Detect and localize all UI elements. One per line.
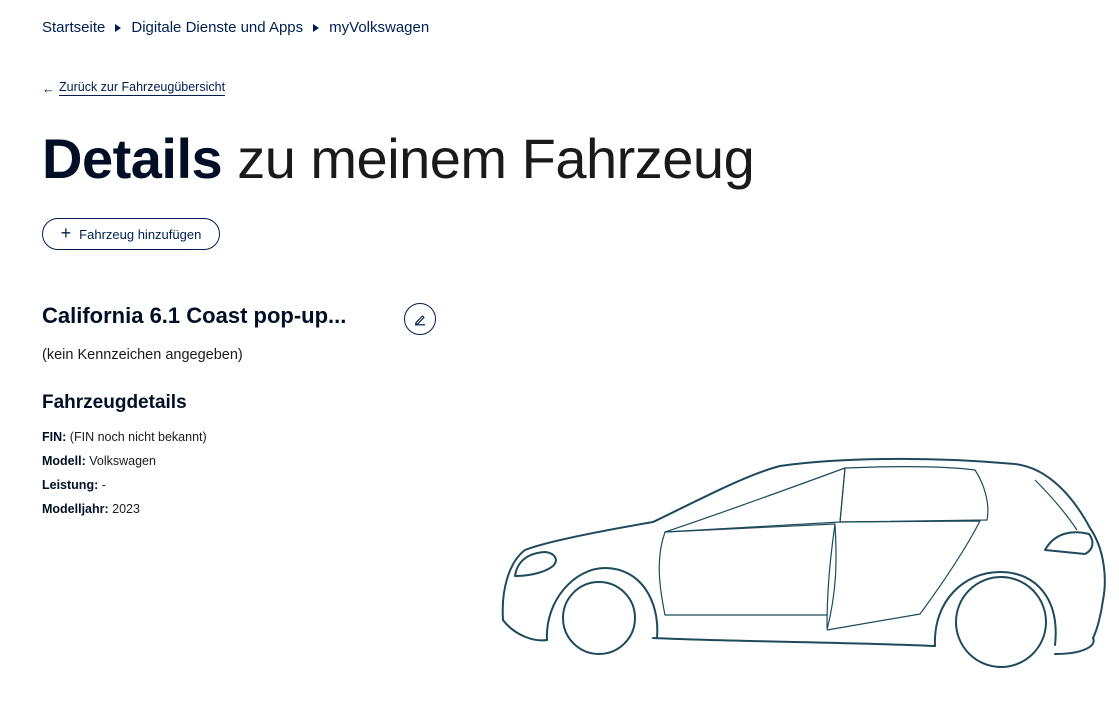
year-label: Modelljahr: xyxy=(42,502,109,516)
vehicle-details-page: Startseite Digitale Dienste und Apps myV… xyxy=(0,0,1119,707)
car-illustration xyxy=(501,457,1106,668)
pencil-icon xyxy=(415,315,425,326)
detail-row-model: Modell: Volkswagen xyxy=(42,449,207,473)
plus-icon: + xyxy=(60,223,72,243)
year-value: 2023 xyxy=(112,502,140,516)
vehicle-details-heading: Fahrzeugdetails xyxy=(42,392,187,413)
license-plate-text: (kein Kennzeichen angegeben) xyxy=(42,347,243,363)
breadcrumb-myvolkswagen[interactable]: myVolkswagen xyxy=(329,19,429,36)
back-link-label: Zurück zur Fahrzeugübersicht xyxy=(59,80,226,96)
model-value: Volkswagen xyxy=(89,454,156,468)
arrow-left-icon: ← xyxy=(42,80,55,96)
vehicle-details-list: FIN: (FIN noch nicht bekannt) Modell: Vo… xyxy=(42,425,207,521)
detail-row-year: Modelljahr: 2023 xyxy=(42,497,207,521)
fin-value: (FIN noch nicht bekannt) xyxy=(69,430,207,444)
breadcrumb-separator-icon xyxy=(313,23,320,32)
page-title-bold: Details xyxy=(42,127,223,190)
detail-row-fin: FIN: (FIN noch nicht bekannt) xyxy=(42,425,207,449)
back-to-overview-link[interactable]: ← Zurück zur Fahrzeugübersicht xyxy=(42,80,226,96)
fin-label: FIN: xyxy=(42,430,67,444)
page-title: Details zu meinem Fahrzeug xyxy=(42,124,755,194)
breadcrumb: Startseite Digitale Dienste und Apps myV… xyxy=(42,19,429,36)
breadcrumb-digitale-dienste[interactable]: Digitale Dienste und Apps xyxy=(131,19,303,36)
add-vehicle-button[interactable]: + Fahrzeug hinzufügen xyxy=(42,218,220,250)
power-label: Leistung: xyxy=(42,478,99,492)
breadcrumb-startseite[interactable]: Startseite xyxy=(42,19,105,36)
power-value: - xyxy=(101,478,106,492)
add-vehicle-label: Fahrzeug hinzufügen xyxy=(79,226,202,242)
vehicle-name: California 6.1 Coast pop-up... xyxy=(42,303,347,328)
detail-row-power: Leistung: - xyxy=(42,473,207,497)
breadcrumb-separator-icon xyxy=(115,23,122,32)
page-title-light: zu meinem Fahrzeug xyxy=(237,127,755,190)
model-label: Modell: xyxy=(42,454,86,468)
edit-vehicle-button[interactable] xyxy=(404,303,436,335)
